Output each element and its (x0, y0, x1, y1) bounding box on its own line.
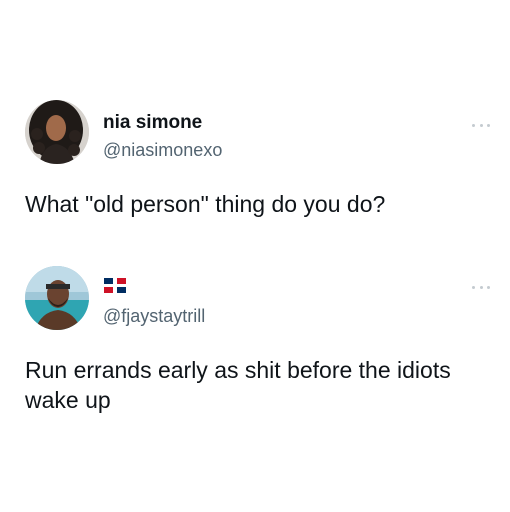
avatar[interactable] (25, 266, 89, 330)
avatar[interactable] (25, 100, 89, 164)
user-handle[interactable]: @niasimonexo (103, 140, 222, 161)
user-handle[interactable]: @fjaystaytrill (103, 306, 205, 327)
dot (487, 123, 490, 127)
profile-photo-icon (25, 100, 89, 164)
display-name[interactable]: nia simone (103, 112, 202, 134)
more-options-icon[interactable] (472, 122, 490, 128)
dot (472, 285, 475, 289)
dot (479, 285, 483, 289)
profile-photo-icon (25, 266, 89, 330)
tweet-text: Run errands early as shit before the idi… (25, 357, 451, 413)
more-options-icon[interactable] (472, 284, 490, 290)
dot (479, 123, 483, 127)
dominican-republic-flag-icon (104, 278, 126, 293)
tweet-text: What "old person" thing do you do? (25, 191, 386, 217)
dot (472, 123, 475, 127)
dot (487, 285, 490, 289)
